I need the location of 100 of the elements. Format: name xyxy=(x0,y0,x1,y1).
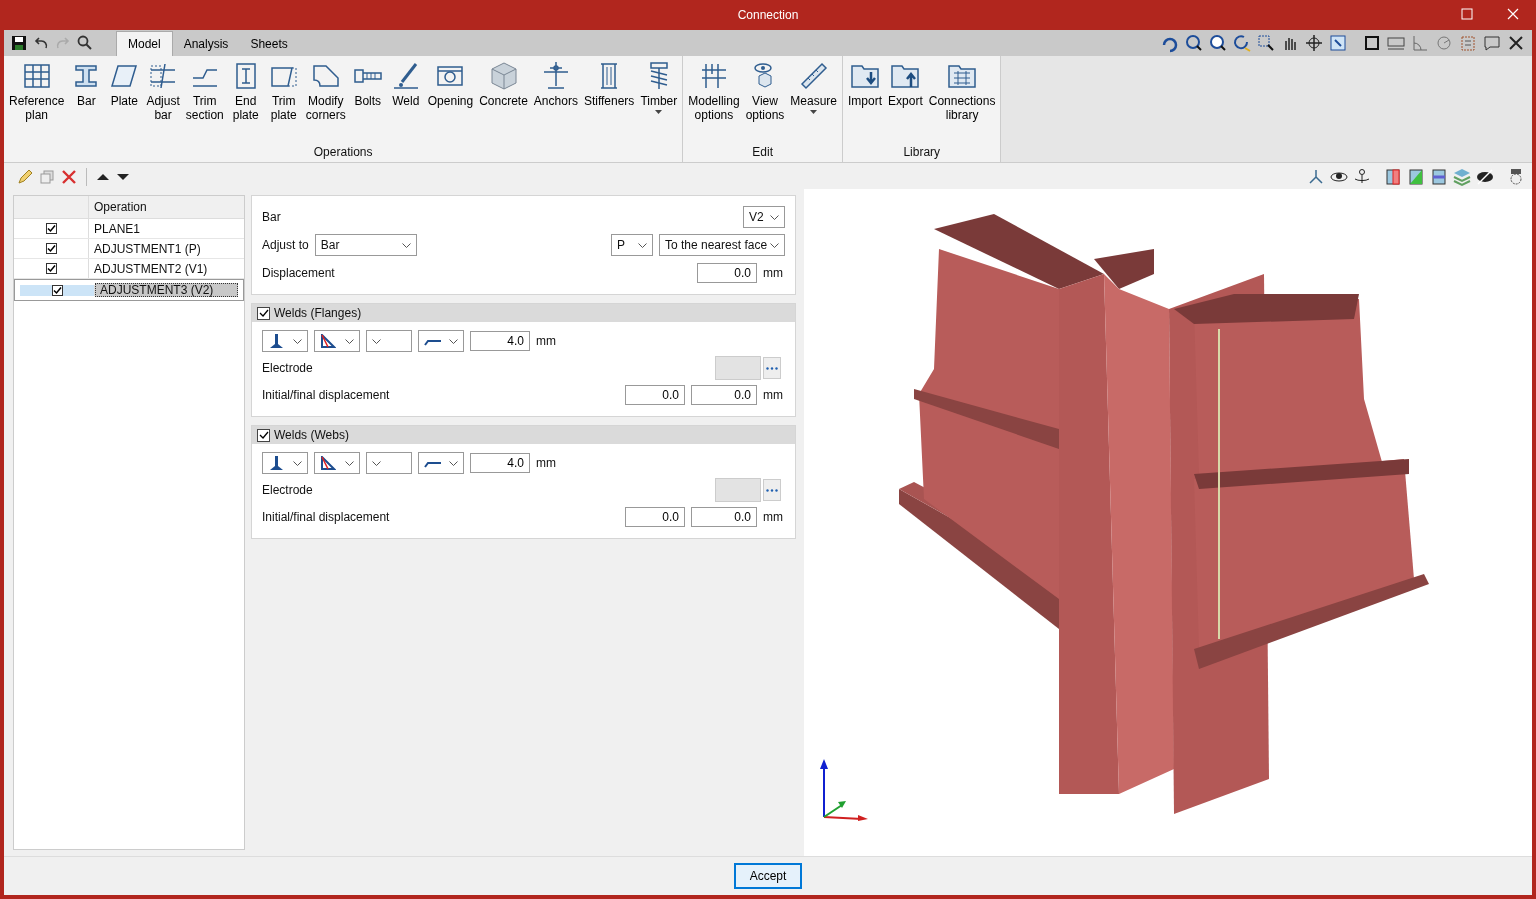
ribbon-button[interactable]: Import xyxy=(845,60,886,145)
triangle-weld-icon xyxy=(320,334,336,348)
chevron-icon xyxy=(401,242,411,248)
section-title: Welds (Webs) xyxy=(274,428,349,442)
ribbon-tab[interactable]: Analysis xyxy=(172,31,240,56)
operation-row[interactable]: ADJUSTMENT1 (P) xyxy=(14,239,244,259)
ribbon-tab[interactable]: Sheets xyxy=(239,31,299,56)
weld-type-dropdown[interactable] xyxy=(262,452,308,474)
save-icon[interactable] xyxy=(10,34,28,52)
member-dropdown[interactable]: V2 xyxy=(743,206,785,228)
accept-button[interactable]: Accept xyxy=(733,863,803,889)
weld-size-field[interactable]: 4.0 xyxy=(470,331,530,351)
weld-size-field[interactable]: 4.0 xyxy=(470,453,530,473)
ellipsis-icon xyxy=(766,366,778,370)
zoom-window-icon[interactable] xyxy=(1256,33,1276,53)
browse-button[interactable] xyxy=(763,357,781,379)
ribbon-button[interactable]: Stiffeners xyxy=(580,60,638,145)
checkbox[interactable] xyxy=(257,428,270,442)
final-displacement-field[interactable]: 0.0 xyxy=(691,507,757,527)
axis-dropdown[interactable]: P xyxy=(611,234,653,256)
checkbox[interactable] xyxy=(45,223,57,234)
electrode-field[interactable] xyxy=(715,356,761,380)
ribbon-button[interactable]: Plate xyxy=(105,60,144,145)
weld-shape-dropdown[interactable] xyxy=(314,452,360,474)
search-icon[interactable] xyxy=(76,34,94,52)
ribbon-button[interactable]: View options xyxy=(742,60,788,145)
operation-row[interactable]: ADJUSTMENT3 (V2) xyxy=(14,279,244,301)
column-header: Operation xyxy=(93,199,148,216)
group-label: Library xyxy=(903,145,941,161)
ribbon-button[interactable]: Connections library xyxy=(925,60,999,145)
electrode-field[interactable] xyxy=(715,478,761,502)
window-title: Connection xyxy=(737,8,799,22)
ribbon-button[interactable]: Timber xyxy=(637,60,681,145)
pencil-icon[interactable] xyxy=(16,168,34,186)
weld-option-dropdown[interactable] xyxy=(366,452,412,474)
ribbon-button[interactable]: Modify corners xyxy=(302,60,349,145)
checkbox[interactable] xyxy=(45,263,57,274)
browse-button[interactable] xyxy=(763,479,781,501)
weld-finish-dropdown[interactable] xyxy=(418,452,464,474)
weld-option-dropdown[interactable] xyxy=(366,330,412,352)
orbit-icon[interactable] xyxy=(1304,33,1324,53)
operation-row[interactable]: PLANE1 xyxy=(14,219,244,239)
initial-displacement-field[interactable]: 0.0 xyxy=(625,385,685,405)
ribbon-button[interactable]: Opening xyxy=(424,60,477,145)
adjust-to-dropdown[interactable]: Bar xyxy=(314,234,417,256)
checkbox[interactable] xyxy=(257,306,270,320)
ribbon-button[interactable]: Concrete xyxy=(476,60,531,145)
chevron-icon xyxy=(293,338,302,344)
adjust-to-label: Adjust to xyxy=(262,238,309,252)
operation-name: ADJUSTMENT1 (P) xyxy=(93,240,202,258)
zoom-icon[interactable] xyxy=(1208,33,1228,53)
chevron-icon xyxy=(345,460,354,466)
ribbon-button[interactable]: Bar xyxy=(67,60,106,145)
ribbon-button[interactable]: End plate xyxy=(226,60,265,145)
chevron-icon xyxy=(372,460,381,466)
section-plane-horizontal-icon[interactable] xyxy=(1429,167,1449,187)
chevron-icon xyxy=(449,460,458,466)
ribbon-button[interactable]: Export xyxy=(885,60,926,145)
final-displacement-field[interactable]: 0.0 xyxy=(691,385,757,405)
section-plane-x-icon[interactable] xyxy=(1383,167,1403,187)
displacement-label: Initial/final displacement xyxy=(262,388,390,402)
operation-name: PLANE1 xyxy=(93,220,142,238)
chevron-icon xyxy=(638,242,647,248)
unit-label: mm xyxy=(536,456,557,470)
displacement-label: Initial/final displacement xyxy=(262,510,390,524)
coordinate-axes-icon xyxy=(818,757,870,823)
ribbon-button[interactable]: Reference plan xyxy=(6,60,68,145)
zoom-all-icon[interactable] xyxy=(1184,33,1204,53)
checkbox[interactable] xyxy=(45,243,57,254)
unit-label: mm xyxy=(763,388,784,402)
bar-label: Bar xyxy=(262,210,281,224)
weld-finish-dropdown[interactable] xyxy=(418,330,464,352)
electrode-label: Electrode xyxy=(262,483,313,497)
refresh-icon[interactable] xyxy=(1232,33,1252,53)
chevron-icon xyxy=(770,242,779,248)
initial-displacement-field[interactable]: 0.0 xyxy=(625,507,685,527)
delete-icon[interactable] xyxy=(60,168,78,186)
ribbon-button[interactable]: Measure xyxy=(787,60,841,145)
section-plane-diagonal-icon[interactable] xyxy=(1406,167,1426,187)
square-icon[interactable] xyxy=(1362,33,1382,53)
ribbon-button[interactable]: Bolts xyxy=(348,60,387,145)
face-dropdown[interactable]: To the nearest face xyxy=(659,234,785,256)
unit-label: mm xyxy=(763,510,784,524)
unit-label: mm xyxy=(763,266,784,280)
3d-viewport[interactable] xyxy=(804,189,1532,856)
ribbon-button[interactable]: Anchors xyxy=(530,60,581,145)
chevron-icon xyxy=(345,338,354,344)
ribbon-button[interactable]: Adjust bar xyxy=(143,60,183,145)
displacement-field[interactable]: 0.0 xyxy=(697,263,757,283)
hidden-eye-icon[interactable] xyxy=(1475,167,1495,187)
chevron-icon xyxy=(770,214,779,220)
ribbon-button[interactable]: Trim section xyxy=(182,60,227,145)
checkbox[interactable] xyxy=(51,284,63,296)
weld-shape-dropdown[interactable] xyxy=(314,330,360,352)
weld-type-dropdown[interactable] xyxy=(262,330,308,352)
ribbon-button[interactable]: Weld xyxy=(386,60,425,145)
triangle-weld-icon xyxy=(320,456,336,470)
ribbon-button[interactable]: Trim plate xyxy=(264,60,303,145)
ribbon-button[interactable]: Modelling options xyxy=(685,60,743,145)
ribbon-tab[interactable]: Model xyxy=(116,31,173,56)
